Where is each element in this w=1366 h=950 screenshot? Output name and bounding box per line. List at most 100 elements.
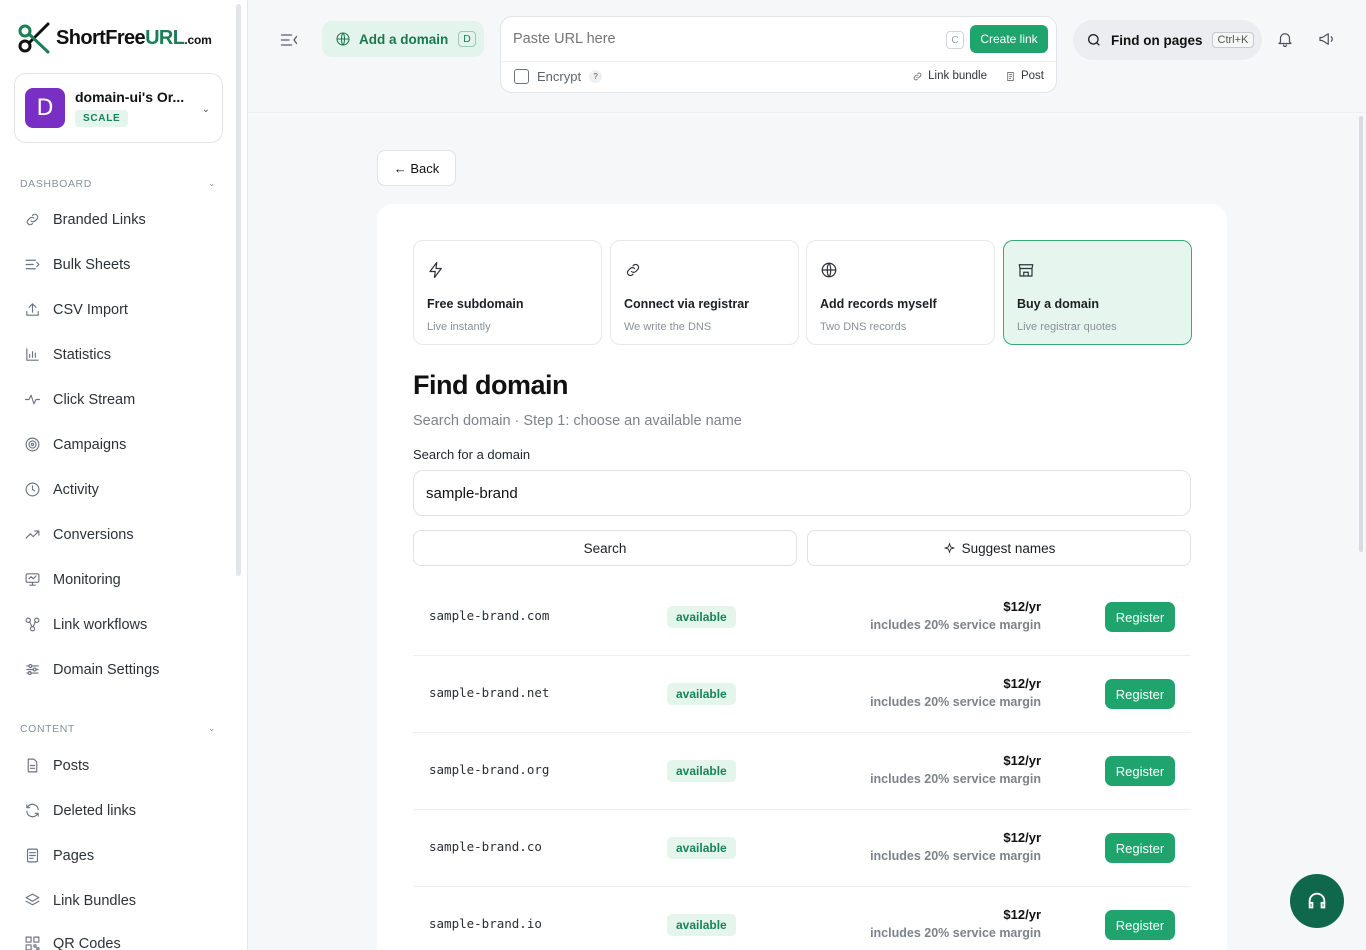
bar-chart-icon <box>26 348 39 361</box>
domain-price: $12/yr <box>1003 830 1041 845</box>
register-button[interactable]: Register <box>1105 833 1175 863</box>
add-domain-button[interactable]: Add a domain D <box>322 21 484 57</box>
status-badge: available <box>667 606 736 628</box>
chevron-updown-icon: ⌄ <box>201 104 210 115</box>
shortcut-key: Ctrl+K <box>1211 32 1255 48</box>
org-name: domain-ui's Or... <box>75 89 185 105</box>
org-switcher[interactable]: D domain-ui's Or... SCALE ⌄ <box>14 73 223 143</box>
sidebar-item-bulk-sheets[interactable]: Bulk Sheets <box>24 256 130 273</box>
page-icon <box>26 848 39 863</box>
dashboard-section-title[interactable]: DASHBOARD ⌄ <box>20 178 216 190</box>
sidebar-item-statistics[interactable]: Statistics <box>24 346 111 363</box>
sparkle-icon <box>943 541 955 554</box>
link-bundle-button[interactable]: Link bundle <box>912 70 987 82</box>
status-badge: available <box>667 837 736 859</box>
support-chat-button[interactable] <box>1290 874 1344 928</box>
domain-name: sample-brand.co <box>429 839 542 854</box>
sidebar-item-link-workflows[interactable]: Link workflows <box>24 616 147 633</box>
sidebar-item-click-stream[interactable]: Click Stream <box>24 391 135 408</box>
globe-icon <box>336 32 350 46</box>
link-icon <box>26 213 39 226</box>
main-scrollbar[interactable] <box>1359 116 1363 552</box>
document-icon <box>1007 71 1014 81</box>
back-button[interactable]: ← Back <box>377 150 456 186</box>
trending-up-icon <box>25 530 40 539</box>
plan-badge: SCALE <box>75 110 129 127</box>
domain-name: sample-brand.org <box>429 762 550 777</box>
domain-price: $12/yr <box>1003 599 1041 614</box>
sidebar-item-qr-codes[interactable]: QR Codes <box>24 935 121 950</box>
domain-result-row: sample-brand.net available $12/yr include… <box>413 656 1191 733</box>
globe-icon <box>821 262 837 278</box>
target-icon <box>25 437 40 452</box>
workflow-icon <box>25 617 40 632</box>
layers-icon <box>25 893 40 906</box>
suggest-names-button[interactable]: Suggest names <box>807 530 1191 566</box>
sidebar-item-branded-links[interactable]: Branded Links <box>24 211 146 228</box>
sidebar-item-domain-settings[interactable]: Domain Settings <box>24 661 159 678</box>
domain-result-row: sample-brand.co available $12/yr includes… <box>413 810 1191 887</box>
divider <box>248 112 1366 113</box>
register-button[interactable]: Register <box>1105 602 1175 632</box>
sidebar-item-conversions[interactable]: Conversions <box>24 526 134 543</box>
sidebar-item-activity[interactable]: Activity <box>24 481 99 498</box>
create-link-button[interactable]: Create link <box>970 25 1048 53</box>
option-buy-domain[interactable]: Buy a domain Live registrar quotes <box>1003 240 1192 345</box>
sidebar: ShortFreeURL.com D domain-ui's Or... SCA… <box>0 0 248 950</box>
option-add-records[interactable]: Add records myself Two DNS records <box>806 240 995 345</box>
link-icon <box>626 263 640 277</box>
lightning-icon <box>429 261 442 279</box>
price-note: includes 20% service margin <box>870 695 1041 709</box>
option-free-subdomain[interactable]: Free subdomain Live instantly <box>413 240 602 345</box>
register-button[interactable]: Register <box>1105 910 1175 940</box>
sidebar-item-pages[interactable]: Pages <box>24 847 94 864</box>
link-icon <box>913 72 922 80</box>
option-connect-registrar[interactable]: Connect via registrar We write the DNS <box>610 240 799 345</box>
brand-logo[interactable]: ShortFreeURL.com <box>16 20 212 56</box>
upload-icon <box>26 303 39 316</box>
post-button[interactable]: Post <box>1005 70 1044 82</box>
price-note: includes 20% service margin <box>870 618 1041 632</box>
qr-icon <box>25 936 40 950</box>
sidebar-scrollbar[interactable] <box>236 4 241 576</box>
sidebar-item-deleted-links[interactable]: Deleted links <box>24 802 136 819</box>
create-link-panel: C Create link Encrypt ? Link bundle Post <box>500 16 1057 93</box>
search-button[interactable]: Search <box>413 530 797 566</box>
price-note: includes 20% service margin <box>870 772 1041 786</box>
page-title: Find domain <box>413 370 568 400</box>
sidebar-toggle-button[interactable] <box>279 30 299 50</box>
org-avatar: D <box>25 88 65 128</box>
url-input[interactable] <box>513 31 933 47</box>
sidebar-item-monitoring[interactable]: Monitoring <box>24 571 121 588</box>
add-domain-card: Free subdomain Live instantly Connect vi… <box>377 204 1227 950</box>
announcements-button[interactable] <box>1317 30 1337 50</box>
shortcut-key: C <box>946 31 964 49</box>
content-section-title[interactable]: CONTENT ⌄ <box>20 723 216 735</box>
monitor-icon <box>25 573 40 586</box>
sidebar-item-link-bundles[interactable]: Link Bundles <box>24 892 136 909</box>
chevron-down-icon: ⌄ <box>207 178 216 188</box>
sidebar-item-csv-import[interactable]: CSV Import <box>24 301 128 318</box>
register-button[interactable]: Register <box>1105 679 1175 709</box>
chevron-down-icon: ⌄ <box>207 723 216 733</box>
list-icon <box>25 259 40 270</box>
scissors-logo-icon <box>18 22 50 54</box>
encrypt-checkbox[interactable] <box>514 69 529 84</box>
refresh-icon <box>26 803 39 818</box>
help-icon[interactable]: ? <box>589 70 603 83</box>
domain-result-row: sample-brand.org available $12/yr include… <box>413 733 1191 810</box>
domain-search-input[interactable] <box>413 470 1191 516</box>
register-button[interactable]: Register <box>1105 756 1175 786</box>
sidebar-item-campaigns[interactable]: Campaigns <box>24 436 126 453</box>
notifications-button[interactable] <box>1276 30 1296 50</box>
shortcut-key: D <box>458 31 476 47</box>
domain-name: sample-brand.net <box>429 685 550 700</box>
encrypt-option[interactable]: Encrypt ? <box>514 69 603 84</box>
page-subtitle: Search domain · Step 1: choose an availa… <box>413 413 742 429</box>
price-note: includes 20% service margin <box>870 849 1041 863</box>
sidebar-item-posts[interactable]: Posts <box>24 757 89 774</box>
status-badge: available <box>667 683 736 705</box>
find-on-pages-button[interactable]: Find on pages Ctrl+K <box>1073 20 1262 60</box>
megaphone-icon <box>1319 33 1333 45</box>
clock-icon <box>25 482 40 497</box>
